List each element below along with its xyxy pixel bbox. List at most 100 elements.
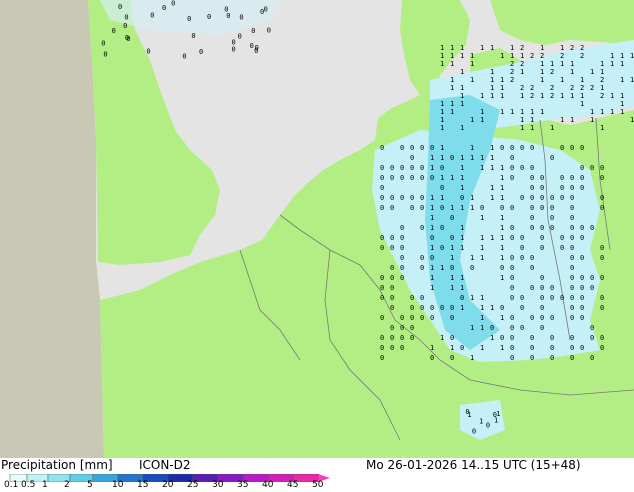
rain-value-label: 0 [580, 184, 584, 192]
rain-value-label: 1 [480, 344, 484, 352]
rain-value-label: 1 [440, 124, 444, 132]
rain-value-label: 1 [490, 194, 494, 202]
rain-value-label: 0 [510, 204, 514, 212]
rain-value-label: 0 [560, 244, 564, 252]
rain-value-label: 1 [520, 92, 524, 100]
rain-value-label: 1 [460, 174, 464, 182]
rain-value-label: 1 [630, 116, 634, 124]
rain-value-label: 1 [460, 84, 464, 92]
rain-value-label: 1 [430, 164, 434, 172]
rain-value-label: 0 [510, 354, 514, 362]
rain-value-label: 1 [520, 124, 524, 132]
rain-value-label: 0 [123, 22, 127, 30]
rain-value-label: 0 [400, 274, 404, 282]
rain-value-label: 1 [480, 324, 484, 332]
rain-value-label: 0 [251, 27, 255, 35]
rain-value-label: 1 [530, 124, 534, 132]
rain-value-label: 0 [112, 27, 116, 35]
rain-value-label: 0 [390, 324, 394, 332]
rain-value-label: 0 [560, 174, 564, 182]
rain-value-label: 0 [390, 164, 394, 172]
rain-value-label: 0 [400, 174, 404, 182]
rain-value-label: 2 [550, 84, 554, 92]
rain-value-label: 0 [540, 314, 544, 322]
rain-value-label: 0 [440, 184, 444, 192]
rain-value-label: 1 [530, 108, 534, 116]
rain-value-label: 1 [450, 108, 454, 116]
rain-value-label: 0 [550, 204, 554, 212]
rain-value-label: 0 [500, 334, 504, 342]
rain-value-label: 0 [540, 234, 544, 242]
rain-value-label: 0 [410, 304, 414, 312]
rain-value-label: 2 [510, 68, 514, 76]
rain-value-label: 0 [540, 274, 544, 282]
rain-value-label: 1 [570, 92, 574, 100]
rain-value-label: 0 [520, 244, 524, 252]
rain-value-label: 0 [550, 354, 554, 362]
rain-value-label: 0 [380, 284, 384, 292]
rain-value-label: 1 [480, 304, 484, 312]
rain-value-label: 1 [510, 52, 514, 60]
rain-value-label: 0 [600, 254, 604, 262]
rain-value-label: 0 [410, 174, 414, 182]
rain-value-label: 1 [500, 174, 504, 182]
rain-value-label: 0 [590, 324, 594, 332]
rain-value-label: 0 [400, 344, 404, 352]
rain-value-label: 0 [390, 294, 394, 302]
rain-value-label: 0 [420, 254, 424, 262]
rain-value-label: 1 [560, 60, 564, 68]
rain-value-label: 0 [380, 244, 384, 252]
legend-tick-label: 0.1 [4, 480, 19, 490]
rain-value-label: 0 [380, 144, 384, 152]
rain-value-label: 0 [510, 144, 514, 152]
rain-value-label: 1 [460, 204, 464, 212]
rain-value-label: 0 [590, 334, 594, 342]
rain-value-label: 0 [510, 324, 514, 332]
rain-value-label: 0 [590, 354, 594, 362]
rain-value-label: 0 [410, 294, 414, 302]
rain-value-label: 0 [410, 194, 414, 202]
rain-value-label: 1 [470, 204, 474, 212]
rain-value-label: 0 [207, 13, 211, 21]
rain-value-label: 0 [530, 184, 534, 192]
rain-value-label: 0 [510, 284, 514, 292]
rain-value-label: 2 [530, 84, 534, 92]
rain-value-label: 1 [620, 108, 624, 116]
rain-value-label: 0 [420, 204, 424, 212]
rain-value-label: 0 [510, 164, 514, 172]
rain-value-label: 0 [570, 194, 574, 202]
rain-value-label: 0 [570, 344, 574, 352]
rain-value-label: 0 [450, 314, 454, 322]
rain-value-label: 0 [410, 154, 414, 162]
rain-value-label: 1 [540, 76, 544, 84]
rain-value-label: 0 [600, 294, 604, 302]
rain-value-label: 0 [470, 264, 474, 272]
rain-value-label: 0 [440, 164, 444, 172]
rain-value-label: 1 [500, 108, 504, 116]
rain-value-label: 0 [520, 144, 524, 152]
rain-value-label: 1 [430, 344, 434, 352]
rain-value-label: 1 [620, 100, 624, 108]
rain-value-label: 0 [450, 214, 454, 222]
rain-value-label: 0 [550, 154, 554, 162]
rain-value-label: 1 [490, 44, 494, 52]
rain-value-label: 1 [460, 304, 464, 312]
rain-value-label: 0 [520, 234, 524, 242]
rain-value-label: 0 [420, 294, 424, 302]
rain-value-label: 0 [600, 274, 604, 282]
rain-value-label: 0 [590, 164, 594, 172]
model-name: ICON-D2 [139, 458, 191, 472]
rain-value-label: 0 [199, 48, 203, 56]
rain-value-label: 0 [500, 204, 504, 212]
rain-value-label: 1 [500, 244, 504, 252]
rain-value-label: 2 [600, 76, 604, 84]
rain-value-label: 1 [480, 164, 484, 172]
rain-value-label: 0 [560, 184, 564, 192]
rain-value-label: 0 [440, 204, 444, 212]
rain-value-label: 0 [400, 334, 404, 342]
rain-value-label: 0 [400, 324, 404, 332]
rain-value-label: 1 [500, 314, 504, 322]
rain-value-label: 0 [450, 334, 454, 342]
rain-value-label: 1 [460, 164, 464, 172]
rain-value-label: 1 [610, 108, 614, 116]
